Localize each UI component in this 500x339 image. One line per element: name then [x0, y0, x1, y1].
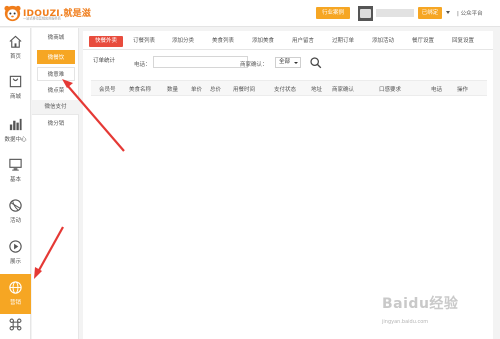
subnav-group-wechat-pay[interactable]: 微信支付 — [32, 100, 79, 114]
tab-bar: 快餐外卖 订餐列表 添加分类 美食列表 添加美食 用户留言 过期订单 添加活动 … — [83, 31, 493, 50]
logo-mascot-icon — [4, 5, 21, 22]
watermark-text: Baidu经验 — [382, 296, 459, 312]
column-header-food-name: 美食名称 — [129, 87, 152, 93]
tab-expired-orders[interactable]: 过期订单 — [327, 36, 359, 47]
sidebar-item-more[interactable] — [0, 311, 31, 339]
tab-add-activity[interactable]: 添加活动 — [367, 36, 399, 47]
column-header-dining-time: 用餐时间 — [233, 87, 256, 93]
merchant-confirm-select[interactable]: 全部 — [275, 57, 301, 68]
column-header-actions: 操作 — [457, 87, 469, 93]
column-header-taste-requirement: 口感要求 — [379, 87, 402, 93]
tab-order-list[interactable]: 订餐列表 — [128, 36, 160, 47]
watermark-url: jingyan.baidu.com — [382, 319, 429, 325]
subnav-item-distribution[interactable]: 微分销 — [37, 117, 75, 131]
industry-cases-button[interactable]: 行业案例 — [316, 7, 350, 19]
column-header-total-price: 总价 — [210, 87, 222, 93]
basketball-icon — [9, 199, 22, 212]
sidebar-item-label: 基本 — [9, 177, 21, 183]
account-name-redacted — [376, 9, 414, 17]
globe-icon — [9, 281, 22, 294]
top-header: IDOUZI.就是滋 一站式移动营销应用服务商 行业案例 已绑定 | 公众平台 — [0, 0, 500, 27]
subnav-item-micro-3[interactable]: 微意难 — [37, 67, 75, 81]
orders-table-header: 会员号 美食名称 数量 单价 总价 用餐时间 支付状态 地址 商家确认 口感要求… — [91, 80, 487, 96]
play-circle-icon — [9, 240, 22, 253]
search-icon[interactable] — [309, 56, 323, 70]
tab-add-category[interactable]: 添加分类 — [167, 36, 199, 47]
tab-add-food[interactable]: 添加美食 — [247, 36, 279, 47]
subnav-divider — [32, 114, 79, 115]
sidebar-item-label: 营销 — [9, 300, 21, 306]
logo[interactable]: IDOUZI.就是滋 一站式移动营销应用服务商 — [4, 4, 91, 24]
merchant-confirm-value: 全部 — [279, 59, 291, 65]
order-stats-title: 订单统计 — [93, 58, 116, 64]
tab-restaurant-settings[interactable]: 餐厅设置 — [407, 36, 439, 47]
column-header-payment-status: 支付状态 — [274, 87, 297, 93]
column-header-phone: 电话 — [431, 87, 443, 93]
column-header-quantity: 数量 — [167, 87, 179, 93]
sidebar-item-data-center[interactable]: 数据中心 — [0, 111, 31, 151]
monitor-icon — [9, 158, 22, 171]
main-sidebar: 首页 商城 数据中心 基本 活动 展示 营销 — [0, 28, 31, 339]
column-header-member-id: 会员号 — [99, 87, 116, 93]
phone-label: 电话： — [134, 62, 151, 68]
sidebar-item-basic[interactable]: 基本 — [0, 151, 31, 191]
tab-reply-settings[interactable]: 回复设置 — [447, 36, 479, 47]
sidebar-item-display[interactable]: 展示 — [0, 233, 31, 273]
column-header-address: 地址 — [311, 87, 323, 93]
merchant-confirm-label: 商家确认： — [240, 62, 268, 68]
subnav-item-micro-order[interactable]: 微点菜 — [37, 84, 75, 98]
bar-chart-icon — [9, 118, 22, 131]
subnav-item-micro-mall[interactable]: 微商城 — [37, 31, 75, 45]
logo-subtitle: 一站式移动营销应用服务商 — [23, 17, 61, 21]
sidebar-item-label: 数据中心 — [4, 137, 27, 143]
account-dropdown-caret-icon[interactable] — [446, 11, 450, 14]
phone-input[interactable] — [153, 56, 248, 68]
command-icon — [9, 318, 22, 331]
store-icon — [9, 75, 22, 88]
sidebar-item-label: 展示 — [9, 259, 21, 265]
tab-takeaway[interactable]: 快餐外卖 — [89, 36, 123, 47]
public-platform-link[interactable]: | 公众平台 — [457, 9, 483, 17]
account-avatar[interactable] — [358, 6, 373, 21]
sidebar-item-home[interactable]: 首页 — [0, 28, 31, 68]
column-header-unit-price: 单价 — [191, 87, 203, 93]
column-header-merchant-confirm: 商家确认 — [332, 87, 355, 93]
page: IDOUZI.就是滋 一站式移动营销应用服务商 行业案例 已绑定 | 公众平台 … — [0, 0, 500, 339]
tab-food-list[interactable]: 美食列表 — [207, 36, 239, 47]
subnav-item-micro-dining[interactable]: 微餐饮 — [37, 50, 75, 64]
tab-user-messages[interactable]: 用户留言 — [287, 36, 319, 47]
sidebar-item-label: 商城 — [9, 94, 21, 100]
sidebar-item-label: 首页 — [9, 54, 21, 60]
sidebar-item-marketing[interactable]: 营销 — [0, 274, 31, 314]
sidebar-item-activities[interactable]: 活动 — [0, 192, 31, 232]
sidebar-item-store[interactable]: 商城 — [0, 68, 31, 108]
chevron-down-icon — [294, 61, 298, 64]
home-icon — [9, 35, 22, 48]
sidebar-item-label: 活动 — [9, 218, 21, 224]
bound-status-button[interactable]: 已绑定 — [418, 7, 442, 19]
baidu-jingyan-watermark: Baidu经验 jingyan.baidu.com — [378, 285, 494, 331]
